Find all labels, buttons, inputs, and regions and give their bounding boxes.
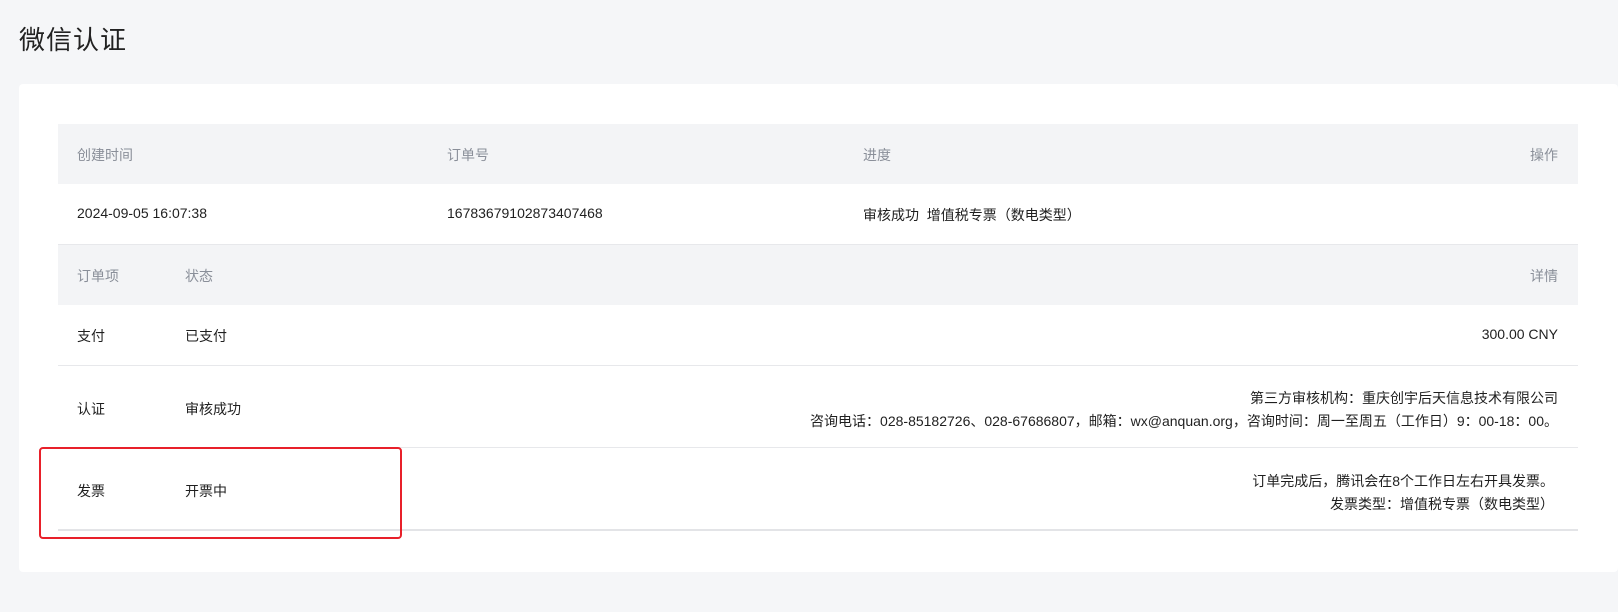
page-title: 微信认证 [19, 25, 128, 55]
items-header-row: 订单项 状态 详情 [58, 245, 1578, 305]
table-row: 认证 审核成功 第三方审核机构：重庆创宇后天信息技术有限公司 咨询电话：028-… [58, 366, 1578, 448]
order-row: 2024-09-05 16:07:38 16783679102873407468… [58, 184, 1578, 245]
status-header: 状态 [185, 268, 213, 284]
progress-value: 审核成功 增值税专票（数电类型） [863, 207, 1081, 223]
action-header: 操作 [1530, 147, 1558, 163]
item-status: 已支付 [185, 328, 227, 344]
item-detail: 第三方审核机构：重庆创宇后天信息技术有限公司 咨询电话：028-85182726… [810, 387, 1558, 433]
progress-header: 进度 [863, 147, 891, 163]
item-name: 认证 [77, 401, 105, 417]
item-header: 订单项 [77, 268, 119, 284]
invoice-type-line: 发票类型：增值税专票（数电类型） [1330, 496, 1554, 512]
table-row: 支付 已支付 300.00 CNY [58, 305, 1578, 366]
order-no-header: 订单号 [447, 147, 489, 163]
detail-header: 详情 [1530, 268, 1558, 284]
item-detail: 300.00 CNY [1481, 326, 1558, 342]
auditor-line: 第三方审核机构：重庆创宇后天信息技术有限公司 [1250, 390, 1558, 406]
item-name: 支付 [77, 328, 105, 344]
item-detail: 订单完成后，腾讯会在8个工作日左右开具发票。 发票类型：增值税专票（数电类型） [1252, 470, 1554, 516]
item-status: 审核成功 [185, 401, 241, 417]
order-header-row: 创建时间 订单号 进度 操作 [58, 124, 1578, 184]
invoice-notice-line: 订单完成后，腾讯会在8个工作日左右开具发票。 [1252, 473, 1554, 489]
highlight-box [39, 447, 402, 539]
order-no-value: 16783679102873407468 [447, 205, 603, 221]
created-time-header: 创建时间 [77, 147, 133, 163]
created-time-value: 2024-09-05 16:07:38 [77, 205, 207, 221]
contact-line: 咨询电话：028-85182726、028-67686807，邮箱：wx@anq… [810, 413, 1558, 429]
page: 微信认证 创建时间 订单号 进度 操作 2024-09-05 16:07:38 … [0, 0, 1618, 612]
